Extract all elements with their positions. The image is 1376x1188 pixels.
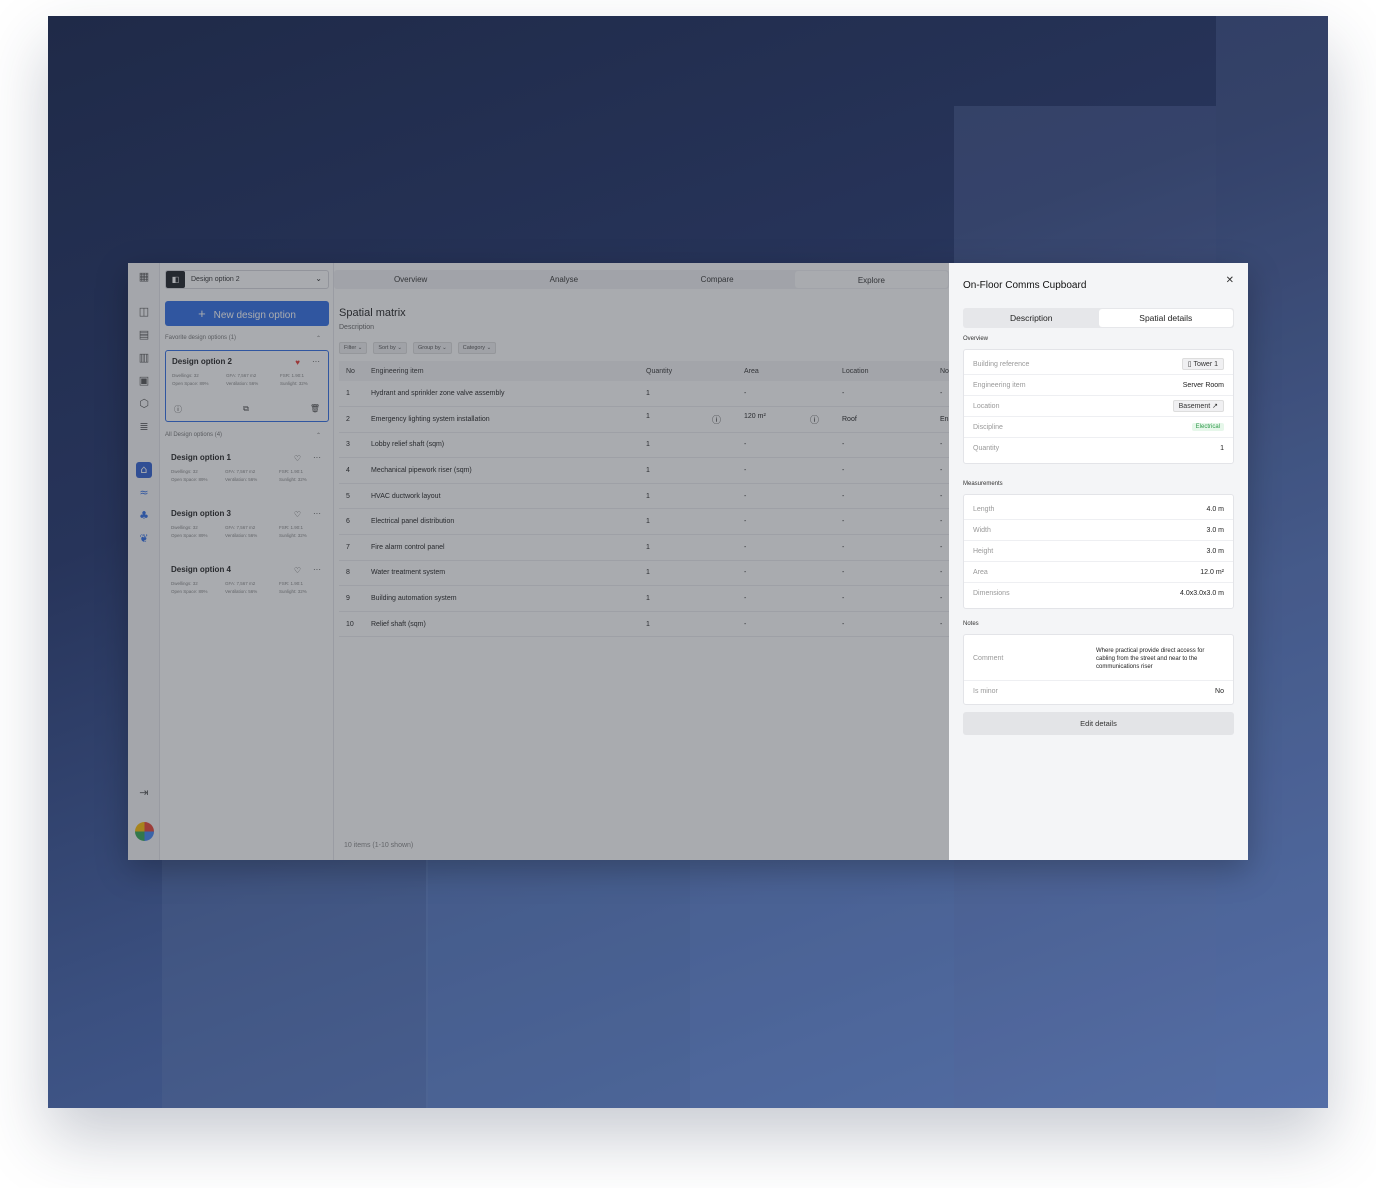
external-link-icon: ↗ — [1212, 403, 1218, 410]
app-window: ▦ ◫ ▤ ▥ ▣ ⬡ ≣ ⌂ ≈ ♣ ❦ ⇥ ◧ Design option … — [128, 263, 1248, 860]
notes-label: Notes — [963, 621, 979, 627]
building-reference-row: Building reference ▯ Tower 1 — [964, 354, 1233, 375]
modal-overlay[interactable] — [128, 263, 949, 860]
row-key: Engineering item — [973, 381, 1026, 389]
row-key: Comment — [973, 655, 1004, 662]
row-value: Where practical provide direct access fo… — [1096, 647, 1205, 670]
row-key: Width — [973, 526, 991, 534]
row-key: Location — [973, 402, 1000, 410]
overview-label: Overview — [963, 336, 989, 342]
row-key: Dimensions — [973, 590, 1010, 597]
row-value: Basement — [1178, 403, 1211, 410]
area-row: Area 12.0 m² — [964, 562, 1233, 583]
length-row: Length 4.0 m — [964, 499, 1233, 520]
panel-title: On-Floor Comms Cupboard — [963, 280, 1087, 291]
row-key: Is minor — [973, 688, 998, 695]
row-key: Height — [973, 547, 994, 555]
row-value: 3.0 m — [1206, 526, 1224, 534]
row-value: 4.0 m — [1206, 505, 1224, 513]
row-key: Length — [973, 505, 995, 513]
width-row: Width 3.0 m — [964, 520, 1233, 541]
edit-details-button[interactable]: Edit details — [963, 712, 1234, 735]
row-value: No — [1215, 688, 1224, 695]
location-row: Location Basement ↗ — [964, 396, 1233, 417]
comment-row: Comment Where practical provide direct ac… — [964, 637, 1233, 681]
tab-spatial-details[interactable]: Spatial details — [1098, 309, 1233, 327]
measurements-label: Measurements — [963, 481, 1003, 487]
is-minor-row: Is minor No — [964, 681, 1233, 702]
panel-tabs: Description Spatial details — [963, 308, 1234, 328]
row-value: 3.0 m — [1206, 547, 1224, 555]
row-key: Quantity — [973, 445, 1000, 452]
location-tag[interactable]: Basement ↗ — [1172, 400, 1224, 412]
building-reference-tag[interactable]: ▯ Tower 1 — [1181, 358, 1224, 370]
row-value: 4.0x3.0x3.0 m — [1180, 590, 1224, 597]
tab-description[interactable]: Description — [964, 309, 1099, 327]
row-key: Discipline — [973, 423, 1003, 431]
row-value: 12.0 m² — [1200, 568, 1224, 576]
height-row: Height 3.0 m — [964, 541, 1233, 562]
row-key: Building reference — [973, 360, 1030, 368]
discipline-row: Discipline Electrical — [964, 417, 1233, 438]
detail-panel: On-Floor Comms Cupboard ✕ Description Sp… — [949, 263, 1248, 860]
row-value: Tower 1 — [1193, 361, 1218, 368]
row-key: Area — [973, 568, 988, 576]
engineering-item-row: Engineering item Server Room — [964, 375, 1233, 396]
row-value: 1 — [1220, 445, 1224, 452]
measurements-section: Length 4.0 m Width 3.0 m Height 3.0 m Area 1… — [963, 494, 1234, 609]
discipline-badge: Electrical — [1191, 423, 1224, 431]
overview-section: Building reference ▯ Tower 1 Engineering… — [963, 349, 1234, 464]
building-icon: ▯ — [1187, 361, 1192, 368]
dimensions-row: Dimensions 4.0x3.0x3.0 m — [964, 583, 1233, 604]
close-icon[interactable]: ✕ — [1226, 275, 1234, 286]
notes-section: Comment Where practical provide direct ac… — [963, 634, 1234, 705]
quantity-row: Quantity 1 — [964, 438, 1233, 459]
row-value: Server Room — [1182, 381, 1224, 389]
